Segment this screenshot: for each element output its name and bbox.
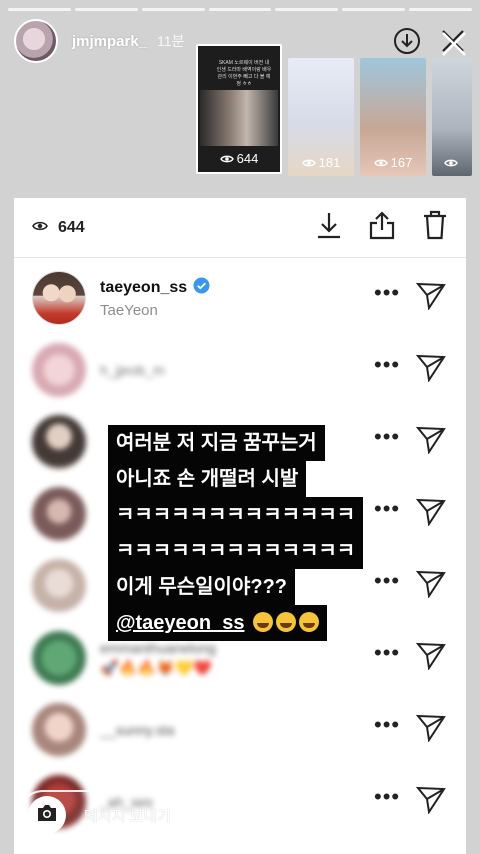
- story-thumbnail[interactable]: [432, 58, 472, 176]
- viewer-username[interactable]: __sunny.sta: [100, 722, 174, 738]
- story-thumbnail-active[interactable]: SKAM 노르웨이 버전 내 인생 드라마 배역이랑 배우 관리 이번주 빼고 …: [196, 44, 282, 174]
- story-text-overlay: 여러분 저 지금 꿈꾸는거 아니죠 손 개떨려 시발 ㅋㅋㅋㅋㅋㅋㅋㅋㅋㅋㅋㅋㅋ…: [108, 425, 364, 641]
- progress-segment: [409, 8, 473, 11]
- progress-segment: [74, 8, 138, 11]
- overlay-mention-line: @taeyeon_ss: [108, 605, 328, 641]
- story-progress-bar: [8, 8, 473, 11]
- viewer-row[interactable]: taeyeon_ss TaeYeon •••: [14, 264, 466, 332]
- story-thumbnail[interactable]: 167: [360, 58, 426, 176]
- eye-icon: [443, 156, 458, 171]
- viewer-avatar[interactable]: [32, 559, 86, 613]
- viewer-username[interactable]: h_jjeob_m: [100, 362, 165, 378]
- viewer-avatar[interactable]: [32, 631, 86, 685]
- viewer-avatar[interactable]: [32, 703, 86, 757]
- more-options-icon[interactable]: •••: [374, 498, 400, 520]
- mention-link[interactable]: @taeyeon_ss: [116, 612, 244, 634]
- close-icon[interactable]: [440, 30, 468, 63]
- direct-message-icon[interactable]: [381, 799, 414, 834]
- send-icon[interactable]: [415, 354, 446, 387]
- share-icon[interactable]: [368, 210, 396, 245]
- viewer-full-name: 🚀🔥🔥🦊💛❤️: [100, 659, 213, 677]
- viewer-row[interactable]: __sunny.sta •••: [14, 696, 466, 764]
- send-icon[interactable]: [415, 498, 446, 531]
- viewer-username[interactable]: taeyeon_ss: [100, 277, 210, 299]
- thumbnail-view-count: [432, 155, 472, 171]
- viewer-row[interactable]: h_jjeob_m •••: [14, 336, 466, 404]
- more-options-icon[interactable]: •••: [374, 426, 400, 448]
- eye-icon: [373, 156, 388, 171]
- story-thumbnail-strip: SKAM 노르웨이 버전 내 인생 드라마 배역이랑 배우 관리 이번주 빼고 …: [196, 44, 472, 176]
- more-options-icon[interactable]: •••: [374, 714, 400, 736]
- progress-segment: [141, 8, 205, 11]
- send-icon[interactable]: [415, 714, 446, 747]
- eye-icon: [32, 219, 48, 237]
- progress-segment: [208, 8, 272, 11]
- send-icon[interactable]: [415, 786, 446, 819]
- viewers-stats-bar: 644: [14, 198, 466, 258]
- crying-emoji-icon: [276, 612, 297, 632]
- trash-icon[interactable]: [422, 210, 448, 245]
- send-icon[interactable]: [415, 642, 446, 675]
- story-owner-username[interactable]: jmjmpark_: [72, 33, 147, 50]
- overlay-text-line: 이게 무슨일이야???: [108, 569, 296, 605]
- message-placeholder: 메시지 보내기: [84, 807, 171, 825]
- story-viewer-screen: jmjmpark_ 11분 SKAM 노르웨이 버전 내 인생 드라마 배역이랑…: [0, 0, 480, 854]
- viewer-avatar[interactable]: [32, 271, 86, 325]
- overlay-text-line: 아니죠 손 개떨려 시발: [108, 461, 307, 497]
- message-input-bar[interactable]: 메시지 보내기: [18, 790, 348, 840]
- camera-button[interactable]: [28, 796, 66, 834]
- overlay-text-line: ㅋㅋㅋㅋㅋㅋㅋㅋㅋㅋㅋㅋㅋ: [108, 497, 364, 533]
- send-icon[interactable]: [415, 426, 446, 459]
- eye-icon: [219, 152, 234, 167]
- viewer-avatar[interactable]: [32, 343, 86, 397]
- viewer-avatar[interactable]: [32, 487, 86, 541]
- camera-icon: [36, 804, 58, 827]
- send-icon[interactable]: [415, 570, 446, 603]
- viewer-full-name: TaeYeon: [100, 302, 158, 319]
- thumbnail-view-count: 181: [288, 155, 354, 171]
- more-options-icon[interactable]: •••: [374, 642, 400, 664]
- more-options-icon[interactable]: •••: [374, 570, 400, 592]
- more-options-icon[interactable]: •••: [374, 282, 400, 304]
- thumbnail-caption: SKAM 노르웨이 버전 내 인생 드라마 배역이랑 배우 관리 이번주 빼고 …: [216, 60, 272, 87]
- story-time: 11분: [157, 33, 185, 49]
- eye-icon: [301, 156, 316, 171]
- viewer-username[interactable]: emmanthuanelong: [100, 640, 216, 656]
- verified-badge-icon: [193, 277, 210, 299]
- thumbnail-photo: [200, 90, 278, 146]
- progress-segment: [342, 8, 406, 11]
- progress-segment: [8, 8, 71, 11]
- send-icon[interactable]: [415, 282, 446, 315]
- crying-emoji-icon: [299, 612, 320, 632]
- viewer-avatar[interactable]: [32, 415, 86, 469]
- progress-segment: [275, 8, 339, 11]
- overlay-text-line: ㅋㅋㅋㅋㅋㅋㅋㅋㅋㅋㅋㅋㅋ: [108, 533, 364, 569]
- story-thumbnail[interactable]: 181: [288, 58, 354, 176]
- view-count: 644: [58, 218, 85, 236]
- download-icon[interactable]: [316, 211, 342, 244]
- story-owner-avatar[interactable]: [14, 19, 58, 63]
- more-options-icon[interactable]: •••: [374, 354, 400, 376]
- crying-emoji-icon: [253, 612, 274, 632]
- thumbnail-view-count: 167: [360, 155, 426, 171]
- thumbnail-view-count: 644: [198, 151, 280, 167]
- overlay-text-line: 여러분 저 지금 꿈꾸는거: [108, 425, 325, 461]
